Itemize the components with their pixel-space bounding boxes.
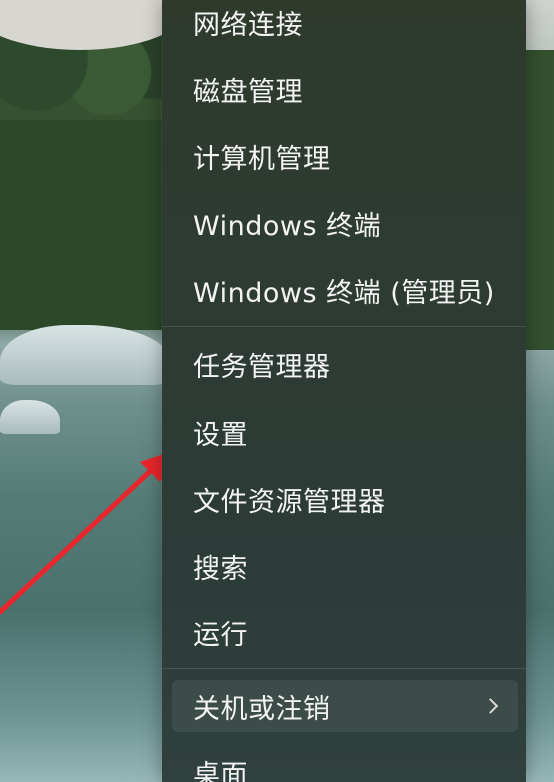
menu-item-label: Windows 终端 bbox=[193, 210, 382, 242]
menu-item-computer-management[interactable]: 计算机管理 bbox=[172, 130, 518, 182]
menu-item-file-explorer[interactable]: 文件资源管理器 bbox=[172, 473, 518, 525]
snow-rock-small bbox=[0, 400, 60, 434]
winx-context-menu: 网络连接 磁盘管理 计算机管理 Windows 终端 Windows 终端 (管… bbox=[162, 0, 526, 782]
menu-item-task-manager[interactable]: 任务管理器 bbox=[172, 338, 518, 390]
menu-item-search[interactable]: 搜索 bbox=[172, 540, 518, 592]
menu-item-label: 设置 bbox=[193, 419, 248, 451]
menu-item-label: 运行 bbox=[193, 619, 248, 651]
menu-item-label: 关机或注销 bbox=[193, 693, 331, 725]
menu-item-label: 磁盘管理 bbox=[193, 76, 303, 108]
menu-item-settings[interactable]: 设置 bbox=[172, 406, 518, 458]
menu-item-label: 文件资源管理器 bbox=[193, 486, 386, 518]
snow-rock bbox=[0, 325, 170, 385]
menu-item-label: 网络连接 bbox=[193, 9, 303, 41]
forest-trees-right bbox=[526, 50, 554, 350]
menu-item-label: 桌面 bbox=[193, 759, 248, 782]
menu-item-windows-terminal-admin[interactable]: Windows 终端 (管理员) bbox=[172, 264, 518, 316]
menu-item-network-connections[interactable]: 网络连接 bbox=[172, 0, 518, 48]
menu-item-label: Windows 终端 (管理员) bbox=[193, 277, 495, 309]
menu-item-label: 搜索 bbox=[193, 553, 248, 585]
menu-item-desktop[interactable]: 桌面 bbox=[172, 746, 518, 782]
menu-item-label: 任务管理器 bbox=[193, 351, 331, 383]
menu-item-disk-management[interactable]: 磁盘管理 bbox=[172, 63, 518, 115]
menu-separator bbox=[162, 668, 526, 669]
chevron-right-icon bbox=[482, 698, 499, 714]
menu-item-windows-terminal[interactable]: Windows 终端 bbox=[172, 197, 518, 249]
menu-item-run[interactable]: 运行 bbox=[172, 606, 518, 658]
screenshot-frame: 网络连接 磁盘管理 计算机管理 Windows 终端 Windows 终端 (管… bbox=[0, 0, 554, 782]
menu-item-label: 计算机管理 bbox=[193, 143, 331, 175]
menu-separator bbox=[162, 326, 526, 327]
forest-trees-lower bbox=[0, 120, 180, 330]
menu-item-shutdown-or-sign-out[interactable]: 关机或注销 bbox=[172, 680, 518, 732]
